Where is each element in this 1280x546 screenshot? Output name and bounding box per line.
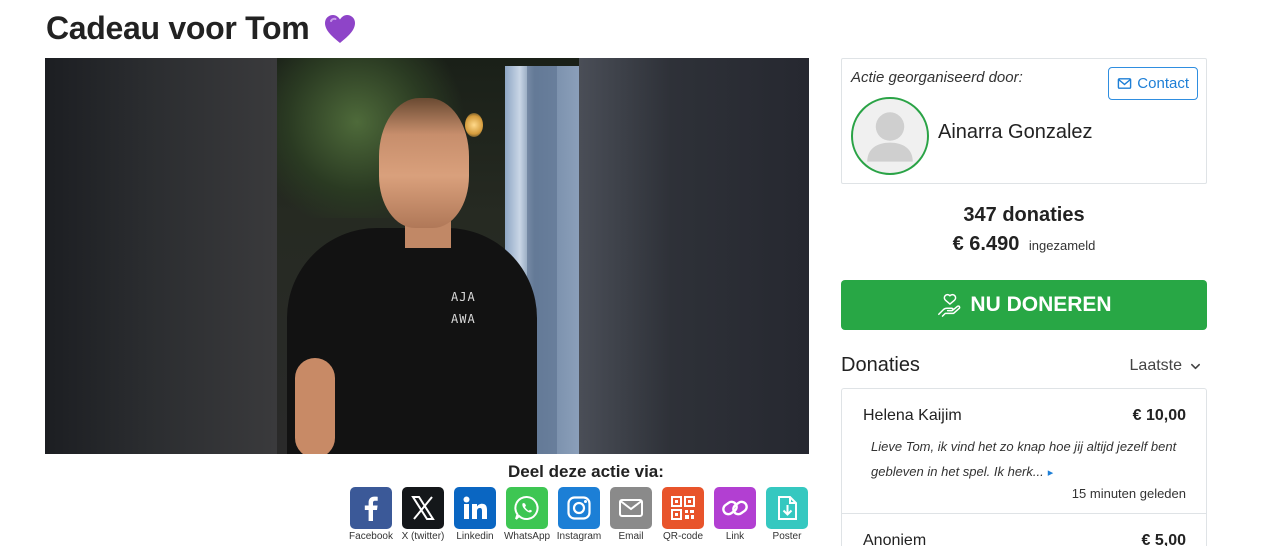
share-instagram[interactable]: Instagram — [556, 487, 602, 542]
person-head — [379, 98, 469, 228]
share-poster-button[interactable] — [766, 487, 808, 529]
list-item: Helena Kaijim € 10,00 Lieve Tom, ik vind… — [842, 389, 1206, 514]
envelope-icon — [1118, 78, 1132, 89]
share-facebook-button[interactable] — [350, 487, 392, 529]
facebook-icon — [364, 496, 378, 521]
share-x-button[interactable] — [402, 487, 444, 529]
shirt-logo-line1: AJA — [451, 290, 476, 304]
share-facebook[interactable]: Facebook — [349, 487, 393, 542]
donation-message-text: Lieve Tom, ik vind het zo knap hoe jij a… — [871, 439, 1177, 479]
donation-row: Helena Kaijim € 10,00 — [863, 407, 1186, 425]
person-arm — [295, 358, 335, 454]
campaign-photo: AJA AWA — [45, 58, 809, 454]
share-link-button[interactable] — [714, 487, 756, 529]
page-title-text: Cadeau voor Tom — [46, 10, 310, 46]
share-facebook-label: Facebook — [349, 531, 393, 542]
donate-button-label: NU DONEREN — [970, 293, 1112, 316]
share-poster-label: Poster — [772, 531, 802, 542]
donation-row: Anoniem € 5,00 — [863, 532, 1186, 546]
share-x[interactable]: X (twitter) — [402, 487, 444, 542]
share-whatsapp[interactable]: WhatsApp — [503, 487, 551, 542]
donor-name: Helena Kaijim — [863, 407, 962, 424]
email-icon — [619, 499, 643, 517]
shirt-logo: AJA AWA — [451, 286, 476, 330]
user-placeholder-icon — [867, 112, 913, 162]
share-whatsapp-button[interactable] — [506, 487, 548, 529]
photo-blur-left — [45, 58, 277, 454]
share-linkedin-button[interactable] — [454, 487, 496, 529]
donations-list: Helena Kaijim € 10,00 Lieve Tom, ik vind… — [841, 388, 1207, 546]
amount-value: € 6.490 — [952, 233, 1020, 255]
share-poster[interactable]: Poster — [766, 487, 808, 542]
donations-count: 347 donaties — [963, 204, 1085, 226]
share-whatsapp-label: WhatsApp — [503, 531, 551, 542]
amount-raised: € 6.490 ingezameld — [841, 233, 1207, 256]
donation-amount: € 10,00 — [1132, 407, 1186, 424]
share-linkedin[interactable]: Linkedin — [454, 487, 496, 542]
instagram-icon — [567, 496, 591, 520]
share-qr-code[interactable]: QR-code — [662, 487, 704, 542]
list-item: Anoniem € 5,00 — [842, 514, 1206, 546]
page-title: Cadeau voor Tom — [46, 10, 357, 47]
donations-header: Donaties Laatste — [841, 354, 1207, 380]
share-email-label: Email — [618, 531, 644, 542]
linkedin-icon — [463, 496, 487, 519]
link-icon — [722, 500, 748, 516]
share-email[interactable]: Email — [610, 487, 652, 542]
chevron-down-icon — [1191, 363, 1200, 369]
donations-sort-dropdown[interactable]: Laatste — [1130, 357, 1201, 375]
share-link-label: Link — [725, 531, 745, 542]
poster-icon — [778, 496, 797, 520]
donate-button[interactable]: NU DONEREN — [841, 280, 1207, 330]
shirt-logo-line2: AWA — [451, 312, 476, 326]
purple-heart-icon — [323, 13, 357, 45]
contact-button-label: Contact — [1137, 75, 1189, 92]
x-icon — [411, 496, 435, 520]
share-buttons: Facebook X (twitter) Linkedin WhatsApp I… — [349, 487, 808, 542]
background-lamp — [465, 113, 483, 137]
donation-amount: € 5,00 — [1141, 532, 1186, 546]
share-linkedin-label: Linkedin — [456, 531, 494, 542]
avatar[interactable] — [851, 97, 929, 175]
donation-time: 15 minuten geleden — [1071, 486, 1186, 501]
share-qr-code-label: QR-code — [662, 531, 703, 542]
campaign-stats: 347 donaties € 6.490 ingezameld — [841, 204, 1207, 256]
expand-caret-icon[interactable]: ▸ — [1048, 467, 1054, 479]
share-x-label: X (twitter) — [401, 531, 445, 542]
organizer-name[interactable]: Ainarra Gonzalez — [938, 121, 1093, 144]
whatsapp-icon — [514, 496, 539, 520]
qr-code-icon — [671, 496, 695, 520]
share-instagram-button[interactable] — [558, 487, 600, 529]
contact-button[interactable]: Contact — [1108, 67, 1198, 100]
donation-message: Lieve Tom, ik vind het zo knap hoe jij a… — [863, 434, 1186, 486]
donations-title: Donaties — [841, 354, 920, 376]
share-instagram-label: Instagram — [556, 531, 602, 542]
share-qr-code-button[interactable] — [662, 487, 704, 529]
heart-hand-icon — [938, 293, 961, 317]
photo-blur-right — [579, 58, 809, 454]
organizer-card: Actie georganiseerd door: Contact Ainarr… — [841, 58, 1207, 184]
organizer-label: Actie georganiseerd door: — [851, 69, 1023, 86]
photo-main: AJA AWA — [277, 58, 579, 454]
donor-name: Anoniem — [863, 532, 927, 546]
amount-suffix: ingezameld — [1028, 238, 1096, 253]
share-title: Deel deze actie via: — [508, 462, 664, 481]
sort-label: Laatste — [1129, 357, 1182, 374]
share-email-button[interactable] — [610, 487, 652, 529]
share-link[interactable]: Link — [714, 487, 756, 542]
